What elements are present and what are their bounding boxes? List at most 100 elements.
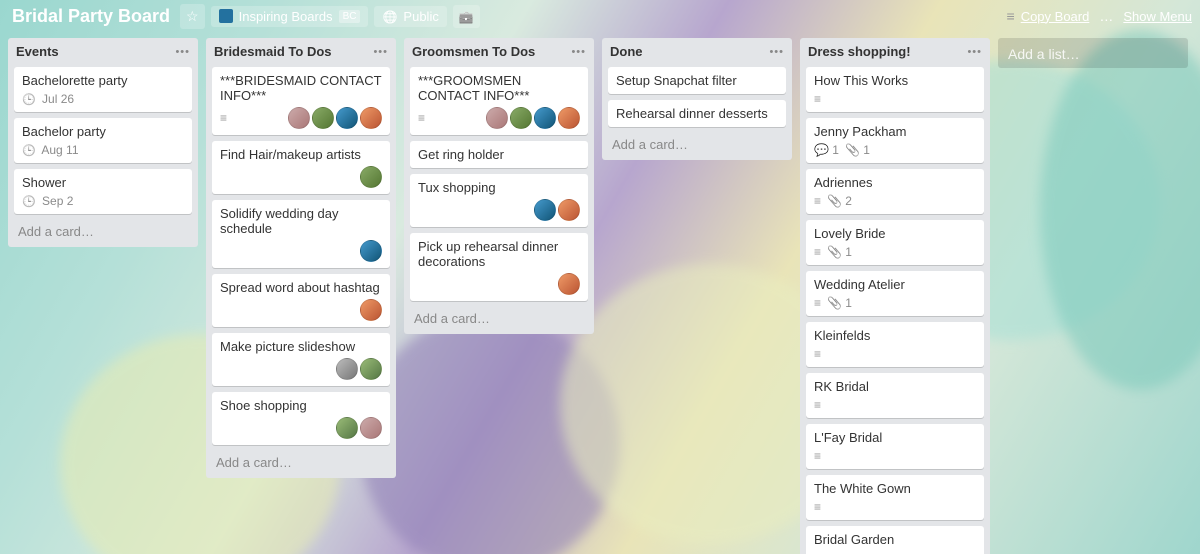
member-avatar[interactable] [486,107,508,129]
card[interactable]: Setup Snapchat filter [608,67,786,94]
list-header: Groomsmen To Dos ••• [410,44,588,61]
add-card-button[interactable]: Add a card… [212,451,390,476]
card-badges-row [814,398,976,412]
card[interactable]: Shower Sep 2 [14,169,192,214]
member-avatar[interactable] [534,199,556,221]
card[interactable]: Tux shopping [410,174,588,227]
list-header: Dress shopping! ••• [806,44,984,61]
member-avatar[interactable] [534,107,556,129]
list: Done ••• Setup Snapchat filter Rehearsal di… [602,38,792,160]
card[interactable]: L'Fay Bridal [806,424,984,469]
card[interactable]: Pick up rehearsal dinner decorations [410,233,588,301]
description-icon [814,296,821,310]
card-title: Adriennes [814,175,976,190]
card-badges [418,111,425,125]
card[interactable]: Lovely Bride 1 [806,220,984,265]
list-title[interactable]: Events [16,44,59,59]
visibility-button[interactable]: Public [374,6,446,27]
due-date-badge: Jul 26 [22,92,74,106]
description-icon [814,194,821,208]
card[interactable]: Bridal Garden [806,526,984,554]
attachments-badge: 1 [827,245,852,259]
description-icon [814,398,821,412]
add-card-button[interactable]: Add a card… [14,220,192,245]
member-avatar[interactable] [558,107,580,129]
card[interactable]: Adriennes 2 [806,169,984,214]
card[interactable]: Spread word about hashtag [212,274,390,327]
attachments-badge: 1 [845,143,870,157]
card[interactable]: ***BRIDESMAID CONTACT INFO*** [212,67,390,135]
member-avatar[interactable] [360,358,382,380]
card-title: L'Fay Bridal [814,430,976,445]
due-date-badge: Sep 2 [22,194,73,208]
add-card-button[interactable]: Add a card… [410,307,588,332]
list-menu-icon[interactable]: ••• [175,46,190,58]
member-avatar[interactable] [336,107,358,129]
card[interactable]: Get ring holder [410,141,588,168]
card[interactable]: Bachelorette party Jul 26 [14,67,192,112]
card[interactable]: Kleinfelds [806,322,984,367]
member-avatar[interactable] [360,417,382,439]
briefcase-button[interactable] [453,5,480,28]
add-list-button[interactable]: Add a list… [998,38,1188,68]
list-menu-icon[interactable]: ••• [373,46,388,58]
list-title[interactable]: Dress shopping! [808,44,911,59]
card[interactable]: ***GROOMSMEN CONTACT INFO*** [410,67,588,135]
card[interactable]: Find Hair/makeup artists [212,141,390,194]
add-card-button[interactable]: Add a card… [608,133,786,158]
card[interactable]: Bachelor party Aug 11 [14,118,192,163]
member-avatar[interactable] [558,199,580,221]
list-menu-icon[interactable]: ••• [967,46,982,58]
card-title: Bachelor party [22,124,184,139]
team-button[interactable]: Inspiring Boards BC [211,6,369,27]
member-avatar[interactable] [312,107,334,129]
list-menu-icon[interactable]: ••• [571,46,586,58]
card-badges [220,111,227,125]
card[interactable]: The White Gown [806,475,984,520]
card-members [360,299,382,321]
board-header: Bridal Party Board Inspiring Boards BC P… [0,0,1200,32]
card-badges-row [814,449,976,463]
star-button[interactable] [180,4,205,29]
card-members [534,199,580,221]
board-title[interactable]: Bridal Party Board [8,4,174,29]
member-avatar[interactable] [360,166,382,188]
card[interactable]: Shoe shopping [212,392,390,445]
member-avatar[interactable] [360,240,382,262]
show-menu-button[interactable]: Show Menu [1123,9,1192,24]
card-title: Get ring holder [418,147,580,162]
list-menu-icon[interactable]: ••• [769,46,784,58]
card[interactable]: Wedding Atelier 1 [806,271,984,316]
member-avatar[interactable] [336,417,358,439]
card-badges-row: 1 [814,296,976,310]
member-avatar[interactable] [288,107,310,129]
member-avatar[interactable] [510,107,532,129]
header-ellipsis[interactable]: … [1095,8,1117,24]
list-header: Done ••• [608,44,786,61]
member-avatar[interactable] [558,273,580,295]
copy-board-button[interactable]: Copy Board [1021,9,1090,24]
card-badges-row [220,107,382,129]
card[interactable]: How This Works [806,67,984,112]
description-icon [814,449,821,463]
card-badges: Jul 26 [22,92,74,106]
member-avatar[interactable] [336,358,358,380]
list-title[interactable]: Bridesmaid To Dos [214,44,332,59]
card-badges-row [814,92,976,106]
copy-board-icon [1007,8,1015,24]
card-title: Solidify wedding day schedule [220,206,382,236]
card-badges [814,500,821,514]
card[interactable]: RK Bridal [806,373,984,418]
card[interactable]: Solidify wedding day schedule [212,200,390,268]
member-avatar[interactable] [360,299,382,321]
card-title: Jenny Packham [814,124,976,139]
card[interactable]: Make picture slideshow [212,333,390,386]
list-title[interactable]: Groomsmen To Dos [412,44,535,59]
card[interactable]: Rehearsal dinner desserts [608,100,786,127]
member-avatar[interactable] [360,107,382,129]
globe-icon [382,9,397,24]
card[interactable]: Jenny Packham 1 1 [806,118,984,163]
card-title: Shower [22,175,184,190]
card-badges-row [220,358,382,380]
list-title[interactable]: Done [610,44,643,59]
